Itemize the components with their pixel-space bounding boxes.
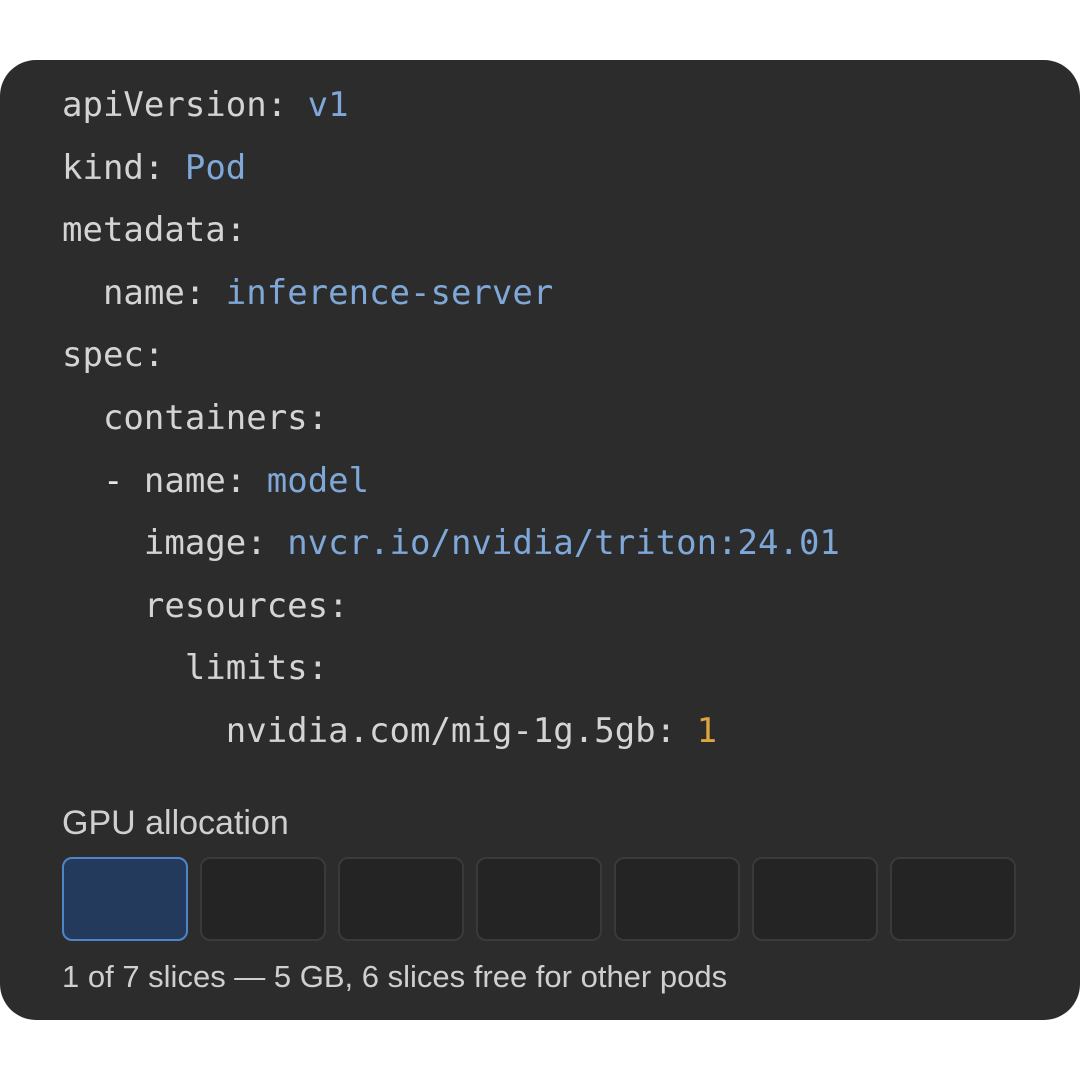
yaml-key: kind: [62, 147, 165, 188]
yaml-line-resources: resources: [62, 583, 840, 646]
yaml-key: limits: [184, 648, 329, 689]
gpu-slice-free [752, 857, 878, 941]
yaml-line-apiversion: apiVersion: v1 [62, 82, 840, 145]
gpu-slice-free [338, 857, 464, 941]
yaml-line-containers: containers: [62, 395, 840, 458]
yaml-key: nvidia.com/mig-1g.5gb: [225, 710, 677, 751]
yaml-value: model [266, 460, 370, 501]
yaml-key: resources: [143, 585, 349, 626]
gpu-slice-allocated [62, 857, 188, 941]
yaml-line-metadata: metadata: [62, 207, 840, 270]
list-dash: - [102, 460, 124, 501]
yaml-line-metadata-name: name: inference-server [62, 270, 840, 333]
yaml-key: name: [102, 272, 206, 313]
yaml-value: 1 [696, 710, 718, 751]
yaml-line-container-name: - name: model [62, 458, 840, 521]
gpu-allocation-caption: 1 of 7 slices — 5 GB, 6 slices free for … [62, 959, 728, 994]
yaml-line-image: image: nvcr.io/nvidia/triton:24.01 [62, 520, 840, 583]
gpu-slice-free [476, 857, 602, 941]
yaml-key: metadata: [62, 210, 247, 251]
yaml-key: containers: [102, 397, 329, 438]
code-panel: apiVersion: v1 kind: Pod metadata: name:… [0, 60, 1080, 1020]
gpu-slice-free [890, 857, 1016, 941]
yaml-line-kind: kind: Pod [62, 145, 840, 208]
yaml-value: inference-server [225, 272, 554, 313]
yaml-value: Pod [184, 147, 247, 188]
yaml-key: apiVersion: [62, 85, 288, 125]
yaml-key: image: [143, 523, 267, 564]
yaml-line-limits: limits: [62, 645, 840, 708]
yaml-key: name: [143, 460, 247, 501]
yaml-value: nvcr.io/nvidia/triton:24.01 [287, 523, 840, 564]
yaml-value: v1 [307, 85, 349, 125]
gpu-slice-free [614, 857, 740, 941]
gpu-slice-bar [62, 857, 1016, 941]
yaml-key: spec: [62, 335, 165, 376]
yaml-line-mig: nvidia.com/mig-1g.5gb: 1 [62, 708, 840, 771]
gpu-slice-free [200, 857, 326, 941]
yaml-code-block: apiVersion: v1 kind: Pod metadata: name:… [62, 82, 840, 771]
gpu-allocation-title: GPU allocation [62, 804, 289, 842]
yaml-line-spec: spec: [62, 332, 840, 395]
